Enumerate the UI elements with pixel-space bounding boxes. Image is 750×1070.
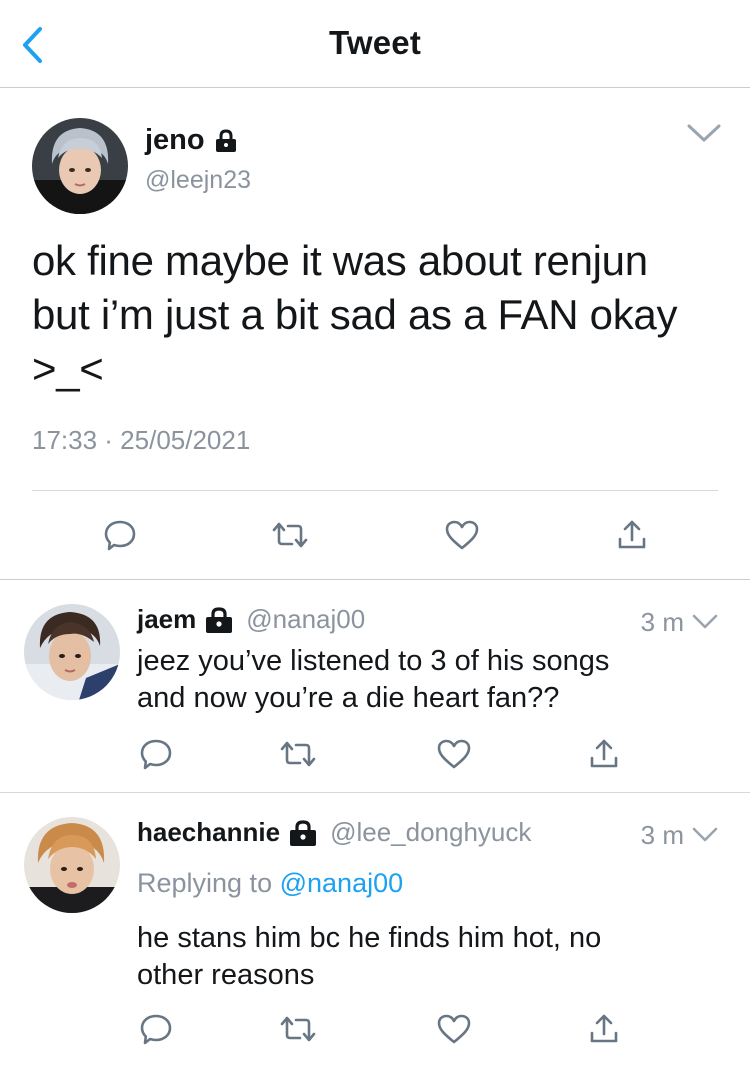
replying-to: Replying to @nanaj00 bbox=[137, 868, 403, 899]
main-tweet: jeno @leejn23 ok fine maybe it was about… bbox=[0, 88, 750, 580]
tweet-text: ok fine maybe it was about renjun but i’… bbox=[32, 234, 722, 396]
share-button[interactable] bbox=[610, 513, 654, 557]
reply-actions bbox=[0, 732, 750, 776]
reply-time: 3 m bbox=[640, 820, 684, 850]
reply-actions bbox=[0, 1007, 750, 1051]
like-icon bbox=[437, 739, 471, 769]
reply-time: 3 m bbox=[640, 607, 684, 637]
top-bar: Tweet bbox=[0, 0, 750, 88]
reply-header[interactable]: jaem @nanaj00 bbox=[137, 604, 365, 635]
retweet-button[interactable] bbox=[276, 732, 320, 776]
reply-menu-button[interactable] bbox=[690, 611, 720, 633]
reply-icon bbox=[140, 739, 172, 770]
retweet-button[interactable] bbox=[276, 1007, 320, 1051]
share-icon bbox=[590, 1014, 618, 1043]
tweet-menu-button[interactable] bbox=[684, 120, 724, 148]
reply-menu-button[interactable] bbox=[690, 824, 720, 846]
tweet-text-line: >_< bbox=[32, 345, 104, 392]
reply-item[interactable]: jaem @nanaj00 3 m jeez you’ve listened t… bbox=[0, 580, 750, 793]
tweet-actions bbox=[0, 513, 750, 563]
reply-author-handle: @lee_donghyuck bbox=[330, 817, 532, 847]
reply-text-line: other reasons bbox=[137, 959, 315, 991]
retweet-icon bbox=[280, 741, 316, 767]
share-icon bbox=[618, 520, 646, 549]
page-title: Tweet bbox=[328, 24, 422, 61]
share-button[interactable] bbox=[582, 1007, 626, 1051]
lock-icon bbox=[288, 819, 318, 847]
author-name-row[interactable]: jeno bbox=[145, 124, 237, 157]
tweet-timestamp: 17:33 · 25/05/2021 bbox=[32, 425, 251, 455]
avatar[interactable] bbox=[24, 604, 120, 700]
avatar[interactable] bbox=[24, 817, 120, 913]
reply-item[interactable]: haechannie @lee_donghyuck 3 m Replying t… bbox=[0, 793, 750, 1070]
avatar[interactable] bbox=[32, 118, 128, 214]
like-button[interactable] bbox=[440, 513, 484, 557]
replying-to-label: Replying to bbox=[137, 868, 273, 898]
reply-icon bbox=[104, 520, 136, 551]
retweet-icon bbox=[272, 522, 308, 548]
lock-icon bbox=[215, 128, 237, 153]
reply-text-line: he stans him bc he finds him hot, no bbox=[137, 922, 602, 954]
lock-icon bbox=[204, 606, 234, 634]
like-icon bbox=[445, 520, 479, 550]
divider bbox=[32, 490, 718, 491]
chevron-down-icon bbox=[692, 827, 718, 842]
retweet-icon bbox=[280, 1016, 316, 1042]
reply-button[interactable] bbox=[134, 1007, 178, 1051]
author-name: jeno bbox=[145, 124, 205, 156]
reply-icon bbox=[140, 1014, 172, 1045]
reply-button[interactable] bbox=[134, 732, 178, 776]
reply-text: jeez you’ve listened to 3 of his songs a… bbox=[137, 643, 717, 717]
reply-text: he stans him bc he finds him hot, no oth… bbox=[137, 920, 717, 994]
retweet-button[interactable] bbox=[268, 513, 312, 557]
reply-button[interactable] bbox=[98, 513, 142, 557]
reply-text-line: and now you’re a die heart fan?? bbox=[137, 682, 560, 714]
tweet-text-line: but i’m just a bit sad as a FAN okay bbox=[32, 291, 678, 338]
replying-to-mention[interactable]: @nanaj00 bbox=[280, 868, 404, 898]
chevron-down-icon bbox=[687, 124, 721, 142]
like-icon bbox=[437, 1014, 471, 1044]
author-handle[interactable]: @leejn23 bbox=[145, 166, 251, 195]
reply-author-name: haechannie bbox=[137, 817, 281, 847]
share-button[interactable] bbox=[582, 732, 626, 776]
like-button[interactable] bbox=[432, 1007, 476, 1051]
reply-text-line: jeez you’ve listened to 3 of his songs bbox=[137, 645, 610, 677]
reply-header[interactable]: haechannie @lee_donghyuck bbox=[137, 817, 531, 848]
reply-author-handle: @nanaj00 bbox=[246, 604, 366, 634]
like-button[interactable] bbox=[432, 732, 476, 776]
reply-author-name: jaem bbox=[137, 604, 197, 634]
chevron-down-icon bbox=[692, 614, 718, 629]
tweet-text-line: ok fine maybe it was about renjun bbox=[32, 237, 648, 284]
share-icon bbox=[590, 739, 618, 768]
